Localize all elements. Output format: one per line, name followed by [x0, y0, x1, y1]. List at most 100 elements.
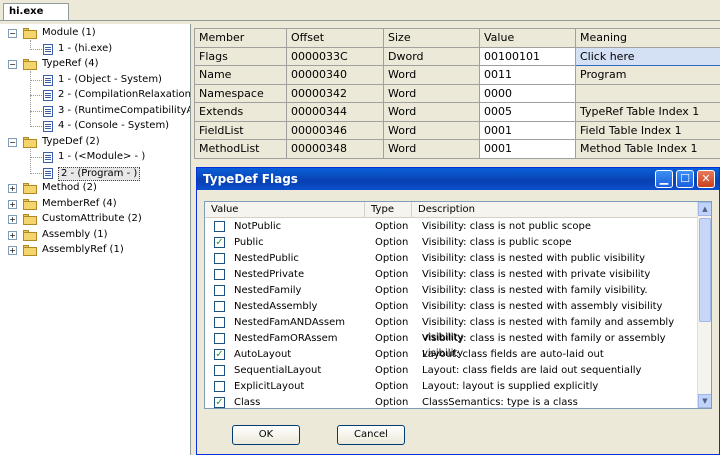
expand-icon[interactable]: +: [8, 184, 17, 193]
list-item[interactable]: SequentialLayout Option Layout: class fiel…: [205, 363, 699, 379]
tree-node-label: CustomAttribute (2): [42, 213, 142, 224]
flag-name: NestedAssembly: [234, 301, 318, 312]
ok-button[interactable]: OK: [232, 425, 300, 445]
list-item[interactable]: NestedAssembly Option Visibility: class is…: [205, 299, 699, 315]
tree-item-node[interactable]: 2 - (CompilationRelaxationsA: [0, 88, 190, 102]
tree-folder-node[interactable]: − TypeRef (4): [0, 57, 190, 71]
column-header-member[interactable]: Member: [194, 28, 287, 48]
dialog-titlebar[interactable]: TypeDef Flags ▁ ☐ ✕: [197, 168, 719, 190]
checkbox-checked[interactable]: ✓: [214, 397, 225, 408]
tree-item-node[interactable]: 1 - (hi.exe): [0, 42, 190, 56]
tree-folder-node[interactable]: − Module (1): [0, 26, 190, 40]
folder-icon: [23, 59, 39, 70]
member-cell: MethodList: [194, 139, 287, 159]
table-row[interactable]: Name 00000340 Word 0011 Program: [194, 65, 720, 85]
tree-folder-node[interactable]: − TypeDef (2): [0, 135, 190, 149]
value-cell[interactable]: 0005: [479, 102, 576, 122]
list-item[interactable]: ✓ Public Option Visibility: class is public…: [205, 235, 699, 251]
expand-icon[interactable]: +: [8, 199, 17, 209]
tree-folder-node[interactable]: + AssemblyRef (1): [0, 243, 190, 257]
expand-icon[interactable]: +: [8, 215, 17, 224]
document-tab-bar: hi.exe: [0, 0, 720, 20]
scroll-thumb[interactable]: [699, 218, 711, 322]
tree-item-node[interactable]: 4 - (Console - System): [0, 119, 190, 133]
tree-connector: [30, 71, 31, 127]
flag-description: Visibility: class is nested with family …: [422, 285, 648, 296]
flag-description: Visibility: class is public scope: [422, 237, 572, 248]
tree-item-node[interactable]: 1 - (Object - System): [0, 73, 190, 87]
offset-cell: 00000346: [286, 120, 384, 140]
list-item[interactable]: NestedPublic Option Visibility: class is n…: [205, 251, 699, 267]
scroll-down-icon[interactable]: ▼: [698, 394, 711, 408]
maximize-icon[interactable]: ☐: [676, 170, 694, 188]
checkbox-checked[interactable]: ✓: [214, 237, 225, 248]
tab-hi-exe[interactable]: hi.exe: [3, 3, 69, 20]
flag-description: Visibility: class is nested with public …: [422, 253, 646, 264]
list-item[interactable]: NestedFamORAssem Option Visibility: class …: [205, 331, 699, 359]
tree-connector: [30, 126, 42, 127]
column-header-value[interactable]: Value: [479, 28, 576, 48]
list-item[interactable]: ✓ AutoLayout Option Layout: class fields ar…: [205, 347, 699, 363]
offset-cell: 00000342: [286, 83, 384, 103]
table-row[interactable]: Extends 00000344 Word 0005 TypeRef Table Ind…: [194, 102, 720, 122]
list-item[interactable]: NestedFamANDAssem Option Visibility: class…: [205, 315, 699, 343]
minimize-icon[interactable]: ▁: [655, 170, 673, 188]
collapse-icon[interactable]: −: [8, 60, 17, 69]
expand-icon[interactable]: +: [8, 246, 17, 255]
column-header-size[interactable]: Size: [383, 28, 480, 48]
checkbox-unchecked[interactable]: [214, 253, 225, 264]
tree-item-node[interactable]: 2 - (Program - ): [0, 166, 190, 181]
column-header-meaning[interactable]: Meaning: [575, 28, 720, 48]
checkbox-unchecked[interactable]: [214, 285, 225, 296]
tree-item-node[interactable]: 3 - (RuntimeCompatibilityAtt: [0, 104, 190, 118]
list-item[interactable]: ✓ Class Option ClassSemantics: type is a cl…: [205, 395, 699, 408]
checkbox-unchecked[interactable]: [214, 381, 225, 392]
cancel-button[interactable]: Cancel: [337, 425, 405, 445]
column-header-description[interactable]: Description: [412, 202, 699, 218]
checkbox-checked[interactable]: ✓: [214, 349, 225, 360]
flags-list[interactable]: Value Type Description NotPublic Option Vi…: [204, 201, 712, 409]
flag-type: Option: [375, 253, 409, 264]
checkbox-unchecked[interactable]: [214, 333, 225, 344]
checkbox-unchecked[interactable]: [214, 221, 225, 232]
tree-folder-node[interactable]: + Assembly (1): [0, 228, 190, 242]
offset-cell: 00000344: [286, 102, 384, 122]
checkbox-unchecked[interactable]: [214, 317, 225, 328]
column-header-value[interactable]: Value: [205, 202, 365, 218]
collapse-icon[interactable]: −: [8, 29, 17, 38]
table-row[interactable]: FieldList 00000346 Word 0001 Field Table Ind…: [194, 120, 720, 140]
metadata-tree[interactable]: − Module (1) 1 - (hi.exe) − TypeRef (4) 1 - (…: [0, 24, 191, 455]
flag-name: NestedFamORAssem: [234, 333, 338, 344]
collapse-icon[interactable]: −: [8, 137, 17, 147]
table-row[interactable]: Flags 0000033C Dword 00100101 Click here: [194, 46, 720, 66]
list-item[interactable]: NotPublic Option Visibility: class is not …: [205, 219, 699, 235]
flags-list-scrollbar[interactable]: ▲ ▼: [697, 202, 711, 408]
value-cell[interactable]: 0000: [479, 83, 576, 103]
expand-icon[interactable]: +: [8, 230, 17, 240]
value-cell[interactable]: 0001: [479, 120, 576, 140]
table-row[interactable]: Namespace 00000342 Word 0000: [194, 83, 720, 103]
value-cell[interactable]: 0001: [479, 139, 576, 159]
folder-icon: [23, 28, 39, 39]
meaning-click-here-cell[interactable]: Click here: [575, 46, 720, 66]
tree-item-node[interactable]: 1 - (<Module> - ): [0, 150, 190, 164]
tree-folder-node[interactable]: + MemberRef (4): [0, 197, 190, 211]
scroll-up-icon[interactable]: ▲: [698, 202, 711, 216]
flag-type: Option: [375, 317, 409, 328]
checkbox-unchecked[interactable]: [214, 365, 225, 376]
column-header-type[interactable]: Type: [365, 202, 412, 218]
value-cell[interactable]: 0011: [479, 65, 576, 85]
value-cell[interactable]: 00100101: [479, 46, 576, 66]
list-item[interactable]: ExplicitLayout Option Layout: layout is su…: [205, 379, 699, 395]
tree-folder-node[interactable]: + Method (2): [0, 181, 190, 195]
list-item[interactable]: NestedPrivate Option Visibility: class is …: [205, 267, 699, 283]
folder-icon: [23, 245, 39, 256]
close-icon[interactable]: ✕: [697, 170, 715, 188]
table-row[interactable]: MethodList 00000348 Word 0001 Method Table I…: [194, 139, 720, 159]
meaning-cell: Program: [575, 65, 720, 85]
checkbox-unchecked[interactable]: [214, 269, 225, 280]
tree-folder-node[interactable]: + CustomAttribute (2): [0, 212, 190, 226]
list-item[interactable]: NestedFamily Option Visibility: class is n…: [205, 283, 699, 299]
column-header-offset[interactable]: Offset: [286, 28, 384, 48]
checkbox-unchecked[interactable]: [214, 301, 225, 312]
